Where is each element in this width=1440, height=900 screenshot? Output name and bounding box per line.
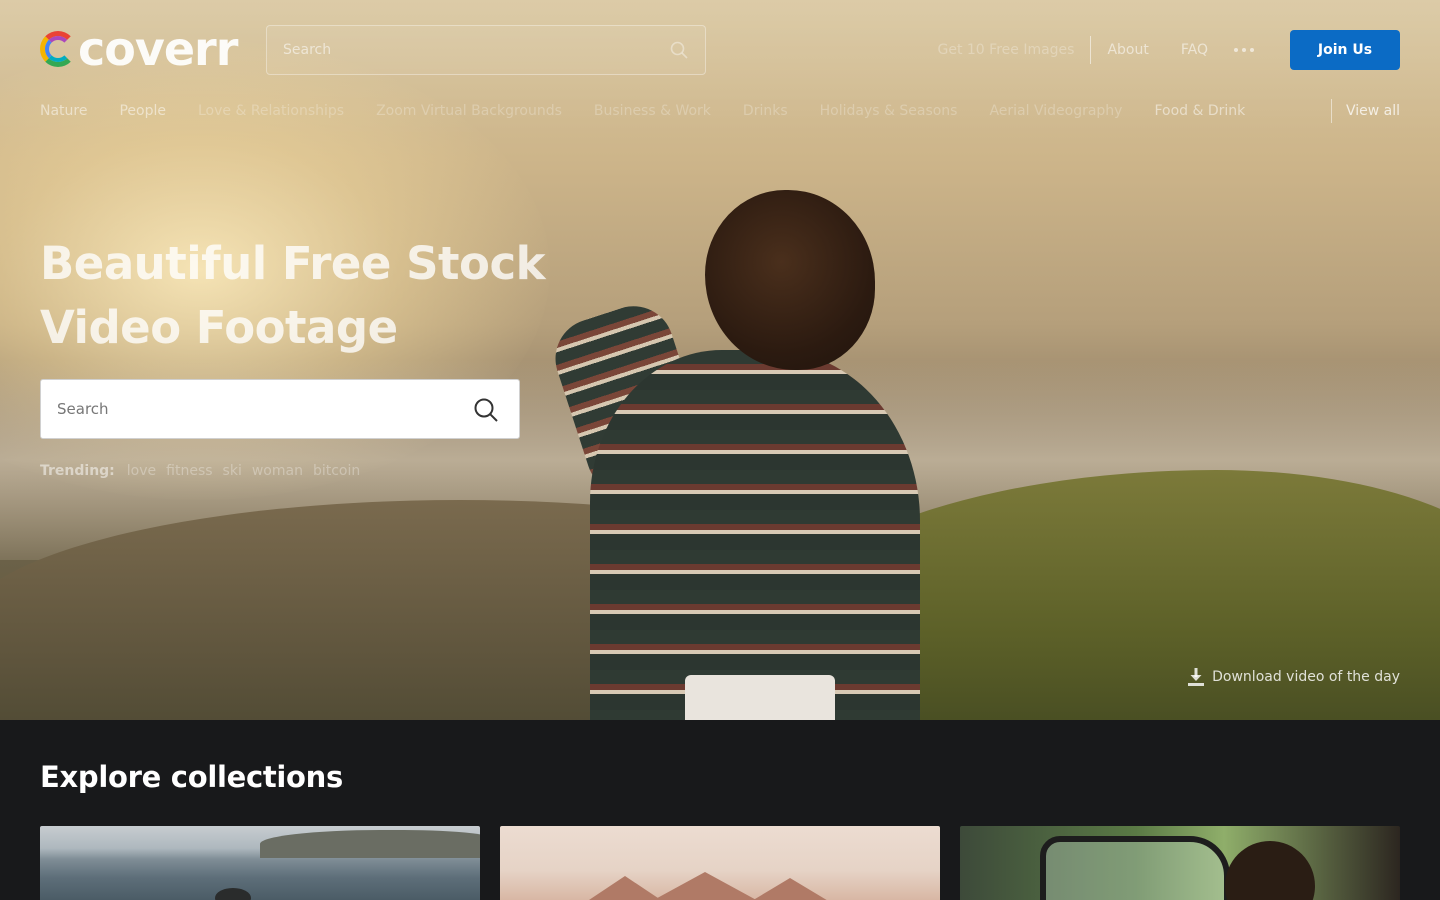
download-icon [1188, 668, 1205, 686]
about-link[interactable]: About [1107, 42, 1148, 58]
category-link-business-work[interactable]: Business & Work [594, 103, 711, 119]
trending-tag[interactable]: love [127, 463, 156, 479]
search-icon[interactable] [669, 40, 689, 60]
explore-collections-section: Explore collections [0, 720, 1440, 900]
download-video-of-day-link[interactable]: Download video of the day [1188, 668, 1400, 686]
logo-mark-icon [40, 31, 76, 67]
card-image-mountain [580, 876, 670, 900]
category-link-holidays-seasons[interactable]: Holidays & Seasons [820, 103, 958, 119]
hero-title-line-1: Beautiful Free Stock [40, 237, 546, 290]
category-link-drinks[interactable]: Drinks [743, 103, 788, 119]
logo-text: coverr [78, 22, 238, 76]
person-hair [705, 190, 875, 370]
free-images-link[interactable]: Get 10 Free Images [938, 42, 1075, 58]
collection-card[interactable] [40, 826, 480, 900]
join-us-button[interactable]: Join Us [1290, 30, 1400, 70]
top-bar: coverr Get 10 Free Images About FAQ Join… [0, 0, 1440, 140]
hero-title-line-2: Video Footage [40, 301, 398, 354]
card-image-mountain [650, 872, 760, 900]
category-link-aerial-videography[interactable]: Aerial Videography [989, 103, 1122, 119]
hero-section: coverr Get 10 Free Images About FAQ Join… [0, 0, 1440, 720]
trending-tag[interactable]: fitness [166, 463, 212, 479]
hero-title: Beautiful Free Stock Video Footage [40, 232, 660, 360]
trending-tag[interactable]: bitcoin [313, 463, 360, 479]
card-image-coastline [260, 830, 480, 858]
nav-divider [1090, 36, 1092, 64]
more-options-icon[interactable] [1234, 48, 1254, 52]
view-all-link[interactable]: View all [1346, 103, 1400, 119]
person-shirt [685, 675, 835, 720]
collection-card[interactable] [500, 826, 940, 900]
trending-tags: Trending: love fitness ski woman bitcoin [40, 463, 370, 479]
top-nav: Get 10 Free Images About FAQ Join Us [938, 30, 1400, 70]
card-image-car-window [1040, 836, 1230, 900]
category-nav: Nature People Love & Relationships Zoom … [40, 99, 1400, 123]
search-icon[interactable] [473, 397, 499, 423]
category-link-food-drink[interactable]: Food & Drink [1154, 103, 1245, 119]
card-image-mountain [740, 878, 840, 900]
download-video-label: Download video of the day [1212, 669, 1400, 685]
category-link-people[interactable]: People [119, 103, 166, 119]
trending-label: Trending: [40, 463, 115, 479]
hero-search [40, 379, 520, 439]
collection-card[interactable] [960, 826, 1400, 900]
hero-search-input[interactable] [57, 380, 457, 438]
logo[interactable]: coverr [40, 22, 238, 76]
category-link-nature[interactable]: Nature [40, 103, 87, 119]
header-search [266, 25, 706, 75]
faq-link[interactable]: FAQ [1181, 42, 1208, 58]
explore-collections-heading: Explore collections [40, 760, 343, 794]
card-image-person [1225, 841, 1315, 900]
category-link-zoom-backgrounds[interactable]: Zoom Virtual Backgrounds [376, 103, 562, 119]
category-divider [1330, 99, 1332, 123]
trending-tag[interactable]: woman [252, 463, 303, 479]
person-sweater [590, 350, 920, 720]
collections-grid [40, 826, 1400, 900]
category-link-love-relationships[interactable]: Love & Relationships [198, 103, 344, 119]
header-search-input[interactable] [283, 26, 653, 74]
card-image-rock [215, 888, 251, 900]
trending-tag[interactable]: ski [223, 463, 242, 479]
